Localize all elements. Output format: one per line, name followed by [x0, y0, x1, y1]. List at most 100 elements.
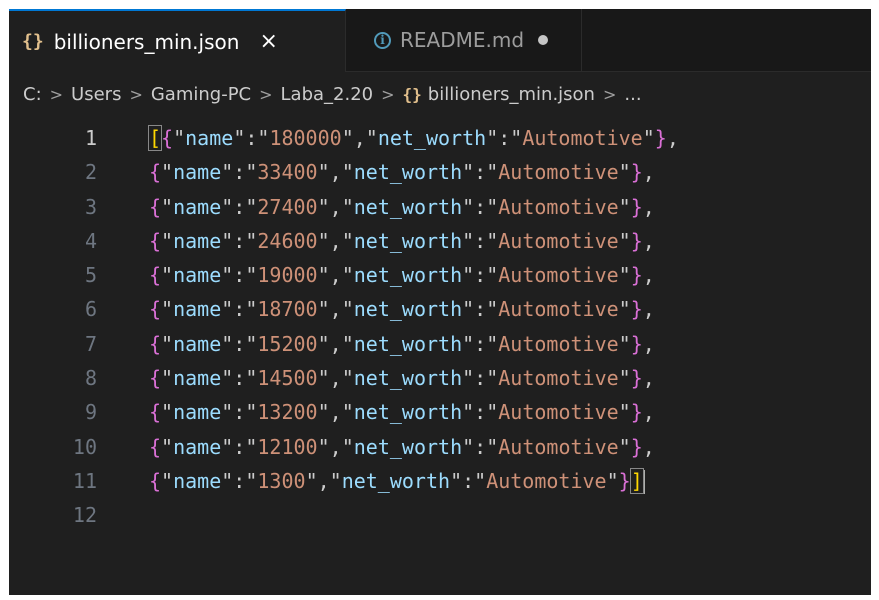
json-key: net_worth — [353, 434, 463, 459]
code-text: {"name":"27400","net_worth":"Automotive"… — [149, 194, 655, 219]
line-number: 2 — [84, 160, 97, 185]
breadcrumb-item-laba[interactable]: Laba_2.20 — [281, 84, 374, 105]
code-line[interactable]: 2 {"name":"33400","net_worth":"Automotive… — [9, 155, 871, 189]
object-open-brace: { — [149, 194, 162, 219]
code-editor[interactable]: 1 [{"name":"180000","net_worth":"Automoti… — [9, 121, 871, 533]
breadcrumb-item-gaming-pc[interactable]: Gaming-PC — [151, 84, 251, 105]
json-key: net_worth — [353, 400, 463, 425]
code-line[interactable]: 10 {"name":"12100","net_worth":"Automotiv… — [9, 430, 871, 464]
json-key: name — [173, 331, 222, 356]
breadcrumb: C: > Users > Gaming-PC > Laba_2.20 > {} … — [23, 79, 642, 109]
tab-readme-md[interactable]: i README.md — [346, 9, 582, 71]
code-line[interactable]: 4 {"name":"24600","net_worth":"Automotive… — [9, 224, 871, 258]
object-close-brace: } — [630, 263, 643, 288]
tab-bar: {} billioners_min.json × i README.md — [9, 9, 871, 72]
code-text: {"name":"15200","net_worth":"Automotive"… — [149, 331, 655, 356]
json-key: name — [173, 297, 222, 322]
code-text: {"name":"1300","net_worth":"Automotive"}… — [149, 467, 645, 495]
tab-label: billioners_min.json — [53, 29, 240, 54]
json-key: name — [173, 400, 222, 425]
object-open-brace: { — [149, 434, 162, 459]
text-cursor — [642, 470, 645, 495]
code-line[interactable]: 3 {"name":"27400","net_worth":"Automotive… — [9, 190, 871, 224]
object-open-brace: { — [149, 160, 162, 185]
object-close-brace: } — [630, 297, 643, 322]
object-open-brace: { — [149, 228, 162, 253]
object-open-brace: { — [149, 331, 162, 356]
unsaved-dot-icon[interactable] — [538, 35, 549, 45]
code-text: {"name":"13200","net_worth":"Automotive"… — [149, 400, 655, 425]
code-line[interactable]: 1 [{"name":"180000","net_worth":"Automoti… — [9, 121, 871, 155]
code-line[interactable]: 11 {"name":"1300","net_worth":"Automotive… — [9, 464, 871, 498]
breadcrumb-item-symbols[interactable]: ... — [624, 84, 641, 105]
chevron-right-icon: > — [602, 84, 617, 104]
line-number: 3 — [84, 194, 97, 219]
object-open-brace: { — [149, 468, 162, 493]
code-text: {"name":"14500","net_worth":"Automotive"… — [149, 366, 655, 391]
breadcrumb-item-users[interactable]: Users — [71, 84, 121, 105]
object-close-brace: } — [630, 228, 643, 253]
breadcrumb-item-drive[interactable]: C: — [23, 84, 42, 105]
code-line[interactable]: 12 — [9, 498, 871, 532]
breadcrumb-item-file[interactable]: billioners_min.json — [428, 84, 595, 105]
json-file-icon: {} — [22, 31, 44, 52]
json-value: 19000 — [257, 263, 318, 288]
json-key: net_worth — [341, 468, 451, 493]
json-value: 13200 — [257, 400, 318, 425]
object-close-brace: } — [630, 434, 643, 459]
line-number: 6 — [84, 297, 97, 322]
code-line[interactable]: 6 {"name":"18700","net_worth":"Automotive… — [9, 292, 871, 326]
line-number: 7 — [84, 331, 97, 356]
line-number: 4 — [84, 228, 97, 253]
json-value: Automotive — [498, 297, 619, 322]
json-value: 27400 — [257, 194, 318, 219]
json-value: 14500 — [257, 366, 318, 391]
code-text: {"name":"12100","net_worth":"Automotive"… — [149, 434, 655, 459]
json-key: net_worth — [377, 126, 487, 150]
json-key: net_worth — [353, 194, 463, 219]
json-file-icon: {} — [402, 84, 422, 104]
tab-label: README.md — [400, 28, 525, 52]
json-key: name — [173, 366, 222, 391]
json-value: Automotive — [498, 194, 619, 219]
json-key: net_worth — [353, 228, 463, 253]
json-value: 12100 — [257, 434, 318, 459]
json-value: Automotive — [498, 160, 619, 185]
json-key: name — [173, 263, 222, 288]
json-key: net_worth — [353, 366, 463, 391]
code-line[interactable]: 5 {"name":"19000","net_worth":"Automotive… — [9, 258, 871, 292]
info-icon: i — [374, 31, 391, 49]
json-key: net_worth — [353, 331, 463, 356]
json-value: 24600 — [257, 228, 318, 253]
json-value: Automotive — [498, 263, 619, 288]
line-number: 10 — [72, 434, 97, 459]
tab-billioners-min-json[interactable]: {} billioners_min.json × — [9, 9, 346, 72]
json-value: 180000 — [269, 126, 342, 150]
json-value: 1300 — [257, 468, 306, 493]
object-open-brace: { — [149, 263, 162, 288]
array-open-bracket: [ — [147, 125, 163, 151]
code-text: [{"name":"180000","net_worth":"Automotiv… — [147, 125, 679, 151]
object-close-brace: } — [630, 331, 643, 356]
code-text: {"name":"33400","net_worth":"Automotive"… — [149, 160, 655, 185]
json-key: name — [173, 228, 222, 253]
code-line[interactable]: 8 {"name":"14500","net_worth":"Automotive… — [9, 361, 871, 395]
json-key: net_worth — [353, 263, 463, 288]
object-close-brace: } — [630, 160, 643, 185]
object-open-brace: { — [149, 297, 162, 322]
chevron-right-icon: > — [259, 84, 273, 104]
code-line[interactable]: 9 {"name":"13200","net_worth":"Automotive… — [9, 395, 871, 429]
json-value: Automotive — [498, 434, 619, 459]
json-key: net_worth — [353, 160, 463, 185]
json-value: Automotive — [498, 228, 619, 253]
close-icon[interactable]: × — [259, 29, 277, 54]
chevron-right-icon: > — [49, 84, 64, 104]
json-value: Automotive — [498, 366, 619, 391]
code-text: {"name":"18700","net_worth":"Automotive"… — [149, 297, 655, 322]
code-text: {"name":"24600","net_worth":"Automotive"… — [149, 228, 655, 253]
code-line[interactable]: 7 {"name":"15200","net_worth":"Automotive… — [9, 327, 871, 361]
array-close-bracket: ] — [629, 467, 644, 494]
line-number: 12 — [72, 503, 97, 528]
json-value: Automotive — [486, 468, 607, 493]
object-close-brace: } — [654, 126, 667, 150]
